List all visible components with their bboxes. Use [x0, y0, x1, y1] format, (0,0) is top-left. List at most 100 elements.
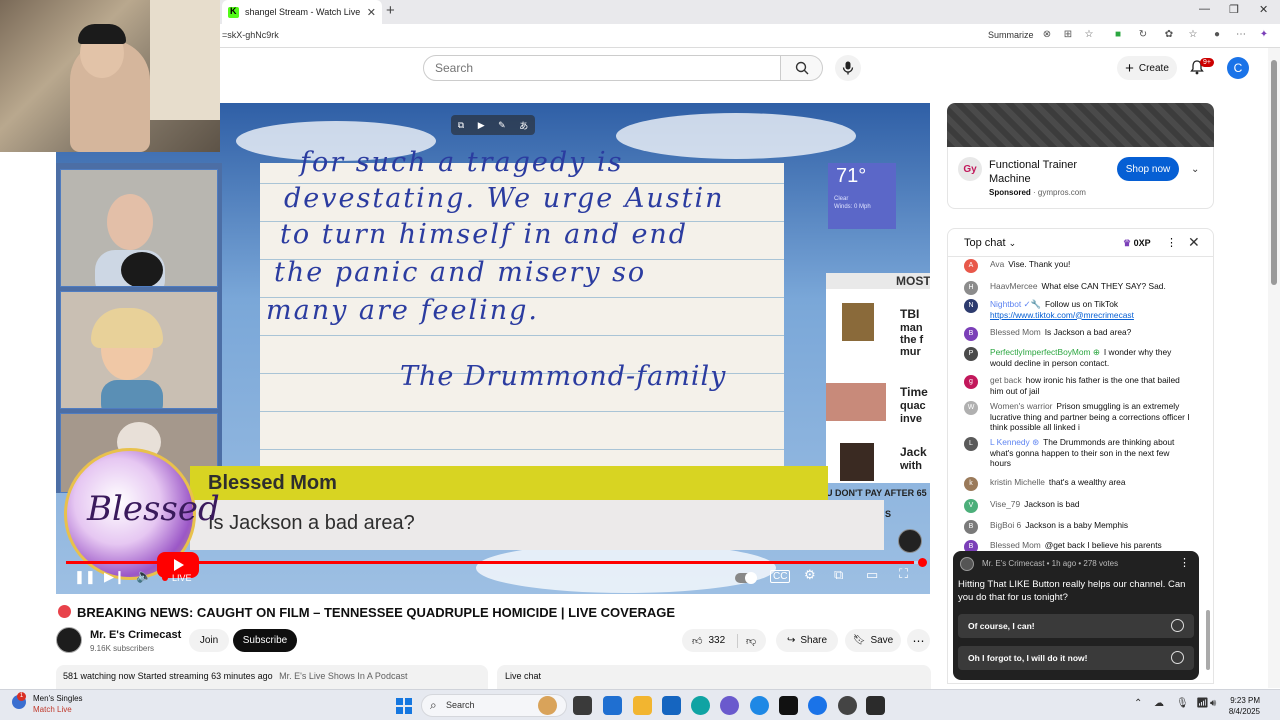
gallery-app-icon[interactable] [603, 696, 622, 715]
more-actions-icon[interactable]: ⋯ [907, 629, 930, 652]
chat-author[interactable]: Vise_79 [990, 499, 1020, 509]
edge-browser-icon[interactable] [691, 696, 710, 715]
new-tab-icon[interactable]: + [386, 2, 395, 19]
chat-author[interactable]: PerfectlyImperfectBoyMom ⊕ [990, 347, 1100, 357]
chat-avatar[interactable]: N [964, 299, 978, 313]
summarize-button[interactable]: Summarize [988, 30, 1034, 40]
task-view-icon[interactable] [573, 696, 592, 715]
subscribe-button[interactable]: Subscribe [233, 629, 297, 652]
channel-avatar[interactable] [56, 627, 82, 653]
split-view-icon[interactable]: ⊞ [1061, 28, 1075, 42]
discord-icon[interactable] [720, 696, 739, 715]
cloud-icon[interactable]: ☁ [1154, 698, 1164, 709]
chat-scrollbar[interactable] [1205, 265, 1211, 675]
chat-avatar[interactable]: B [964, 327, 978, 341]
poll-option-1[interactable]: Of course, I can! [958, 614, 1194, 638]
chat-author[interactable]: Blessed Mom [990, 540, 1041, 550]
like-button[interactable]: 👍︎ 332 [682, 633, 738, 648]
chevron-down-icon[interactable]: ⌄ [1191, 164, 1199, 175]
account-avatar[interactable]: C [1227, 57, 1249, 79]
browser-tab[interactable]: shangel Stream - Watch Live on K ✕ [222, 0, 382, 24]
search-input[interactable] [423, 55, 781, 81]
join-button[interactable]: Join [189, 629, 229, 652]
extension-icon[interactable]: ■ [1111, 28, 1125, 42]
description-box[interactable]: 581 watching now Started streaming 63 mi… [56, 665, 488, 689]
microphone-tray-icon[interactable]: 🎙︎ [1176, 698, 1189, 709]
playlist-tag[interactable]: Mr. E's Live Shows In A Podcast [279, 671, 407, 681]
pause-icon[interactable]: ❚❚ [74, 569, 96, 585]
poll-menu-icon[interactable]: ⋮ [1179, 556, 1190, 569]
tiktok-icon[interactable] [779, 696, 798, 715]
chat-avatar[interactable]: H [964, 281, 978, 295]
chat-author[interactable]: kristin Michelle [990, 477, 1045, 487]
chat-author[interactable]: get back [990, 375, 1022, 385]
channel-name[interactable]: Mr. E's Crimecast [90, 629, 181, 641]
cast-icon[interactable]: ▶ [478, 120, 485, 131]
chat-author[interactable]: HaavMercee [990, 281, 1037, 291]
chat-avatar[interactable]: k [964, 477, 978, 491]
settings-gear-icon[interactable]: ⚙ [804, 567, 816, 583]
chat-scroll-thumb[interactable] [1206, 610, 1210, 670]
share-button[interactable]: ↪ Share [776, 629, 838, 652]
app-icon[interactable] [750, 696, 769, 715]
top-chat-dropdown[interactable]: Top chat ⌄ [964, 237, 1016, 249]
ad-banner-image[interactable] [947, 103, 1214, 147]
wifi-icon[interactable]: 📶︎ [1196, 698, 1209, 709]
favorite-star-icon[interactable]: ☆ [1082, 28, 1096, 42]
file-explorer-icon[interactable] [633, 696, 652, 715]
store-icon[interactable] [662, 696, 681, 715]
chat-avatar[interactable]: P [964, 347, 978, 361]
chat-avatar[interactable]: g [964, 375, 978, 389]
chat-author[interactable]: Blessed Mom [990, 327, 1041, 337]
obs-icon[interactable] [838, 696, 857, 715]
url-text[interactable]: =skX-ghNc9rk [222, 30, 279, 40]
app-icon[interactable] [808, 696, 827, 715]
more-menu-icon[interactable]: ⋯ [1234, 28, 1248, 42]
close-window-icon[interactable]: ✕ [1259, 3, 1268, 16]
refresh-icon[interactable]: ↻ [1136, 28, 1150, 42]
captions-icon[interactable]: CC [770, 570, 791, 583]
theater-mode-icon[interactable]: ▭ [866, 567, 878, 583]
terminal-icon[interactable] [866, 696, 885, 715]
translate-icon[interactable]: ⊗ [1040, 28, 1054, 42]
chat-link[interactable]: https://www.tiktok.com/@mrecrimecast [990, 310, 1134, 320]
dislike-button[interactable]: 👎︎ [738, 635, 756, 647]
next-icon[interactable]: ▶❙ [104, 569, 125, 585]
widgets-news[interactable]: 1 Men's Singles Match Live [12, 692, 83, 715]
miniplayer-icon[interactable]: ⧉ [834, 567, 843, 583]
extensions-icon[interactable]: ✿ [1162, 28, 1176, 42]
live-chat-tab[interactable]: Live chat [497, 665, 931, 689]
page-scrollbar[interactable] [1268, 48, 1280, 688]
autoplay-toggle[interactable] [735, 572, 757, 584]
chat-menu-icon[interactable]: ⋮ [1166, 236, 1177, 249]
chat-author[interactable]: BigBoi 6 [990, 520, 1021, 530]
voice-search-button[interactable] [835, 55, 861, 81]
notes-icon[interactable]: ✎ [498, 120, 506, 131]
fullscreen-icon[interactable]: ⛶ [899, 566, 908, 582]
chat-avatar[interactable]: V [964, 499, 978, 513]
favorites-icon[interactable]: ☆ [1186, 28, 1200, 42]
pip-icon[interactable]: ⧉ [458, 120, 464, 131]
page-scroll-thumb[interactable] [1271, 60, 1277, 285]
poll-option-2[interactable]: Oh I forgot to, I will do it now! [958, 646, 1194, 670]
live-indicator[interactable]: LIVE [162, 573, 192, 583]
chat-avatar[interactable]: A [964, 259, 978, 273]
chat-avatar[interactable]: B [964, 520, 978, 534]
speaker-icon[interactable]: 🔊︎ [1210, 698, 1216, 709]
scrubber-handle[interactable] [918, 558, 927, 567]
xp-badge[interactable]: 0XP [1123, 238, 1151, 249]
video-player[interactable]: ⧉ ▶ ✎ あ for such a tragedy is devestatin… [56, 103, 930, 594]
chat-avatar[interactable]: L [964, 437, 978, 451]
maximize-icon[interactable]: ❐ [1229, 3, 1239, 16]
create-button[interactable]: + Create [1117, 56, 1177, 80]
save-button[interactable]: 🔖︎ Save [845, 629, 901, 652]
show-hidden-icons-icon[interactable]: ⌃ [1134, 698, 1142, 709]
search-button[interactable] [781, 55, 823, 81]
chat-author[interactable]: Nightbot ✓🔧 [990, 299, 1041, 309]
chat-author[interactable]: Women's warrior [990, 401, 1052, 411]
chat-author[interactable]: Ava [990, 259, 1004, 269]
volume-icon[interactable]: 🔈 [136, 568, 152, 584]
advertiser-logo[interactable]: Gy [958, 157, 982, 181]
close-chat-icon[interactable]: ✕ [1188, 234, 1200, 251]
windows-start-icon[interactable] [396, 698, 412, 714]
